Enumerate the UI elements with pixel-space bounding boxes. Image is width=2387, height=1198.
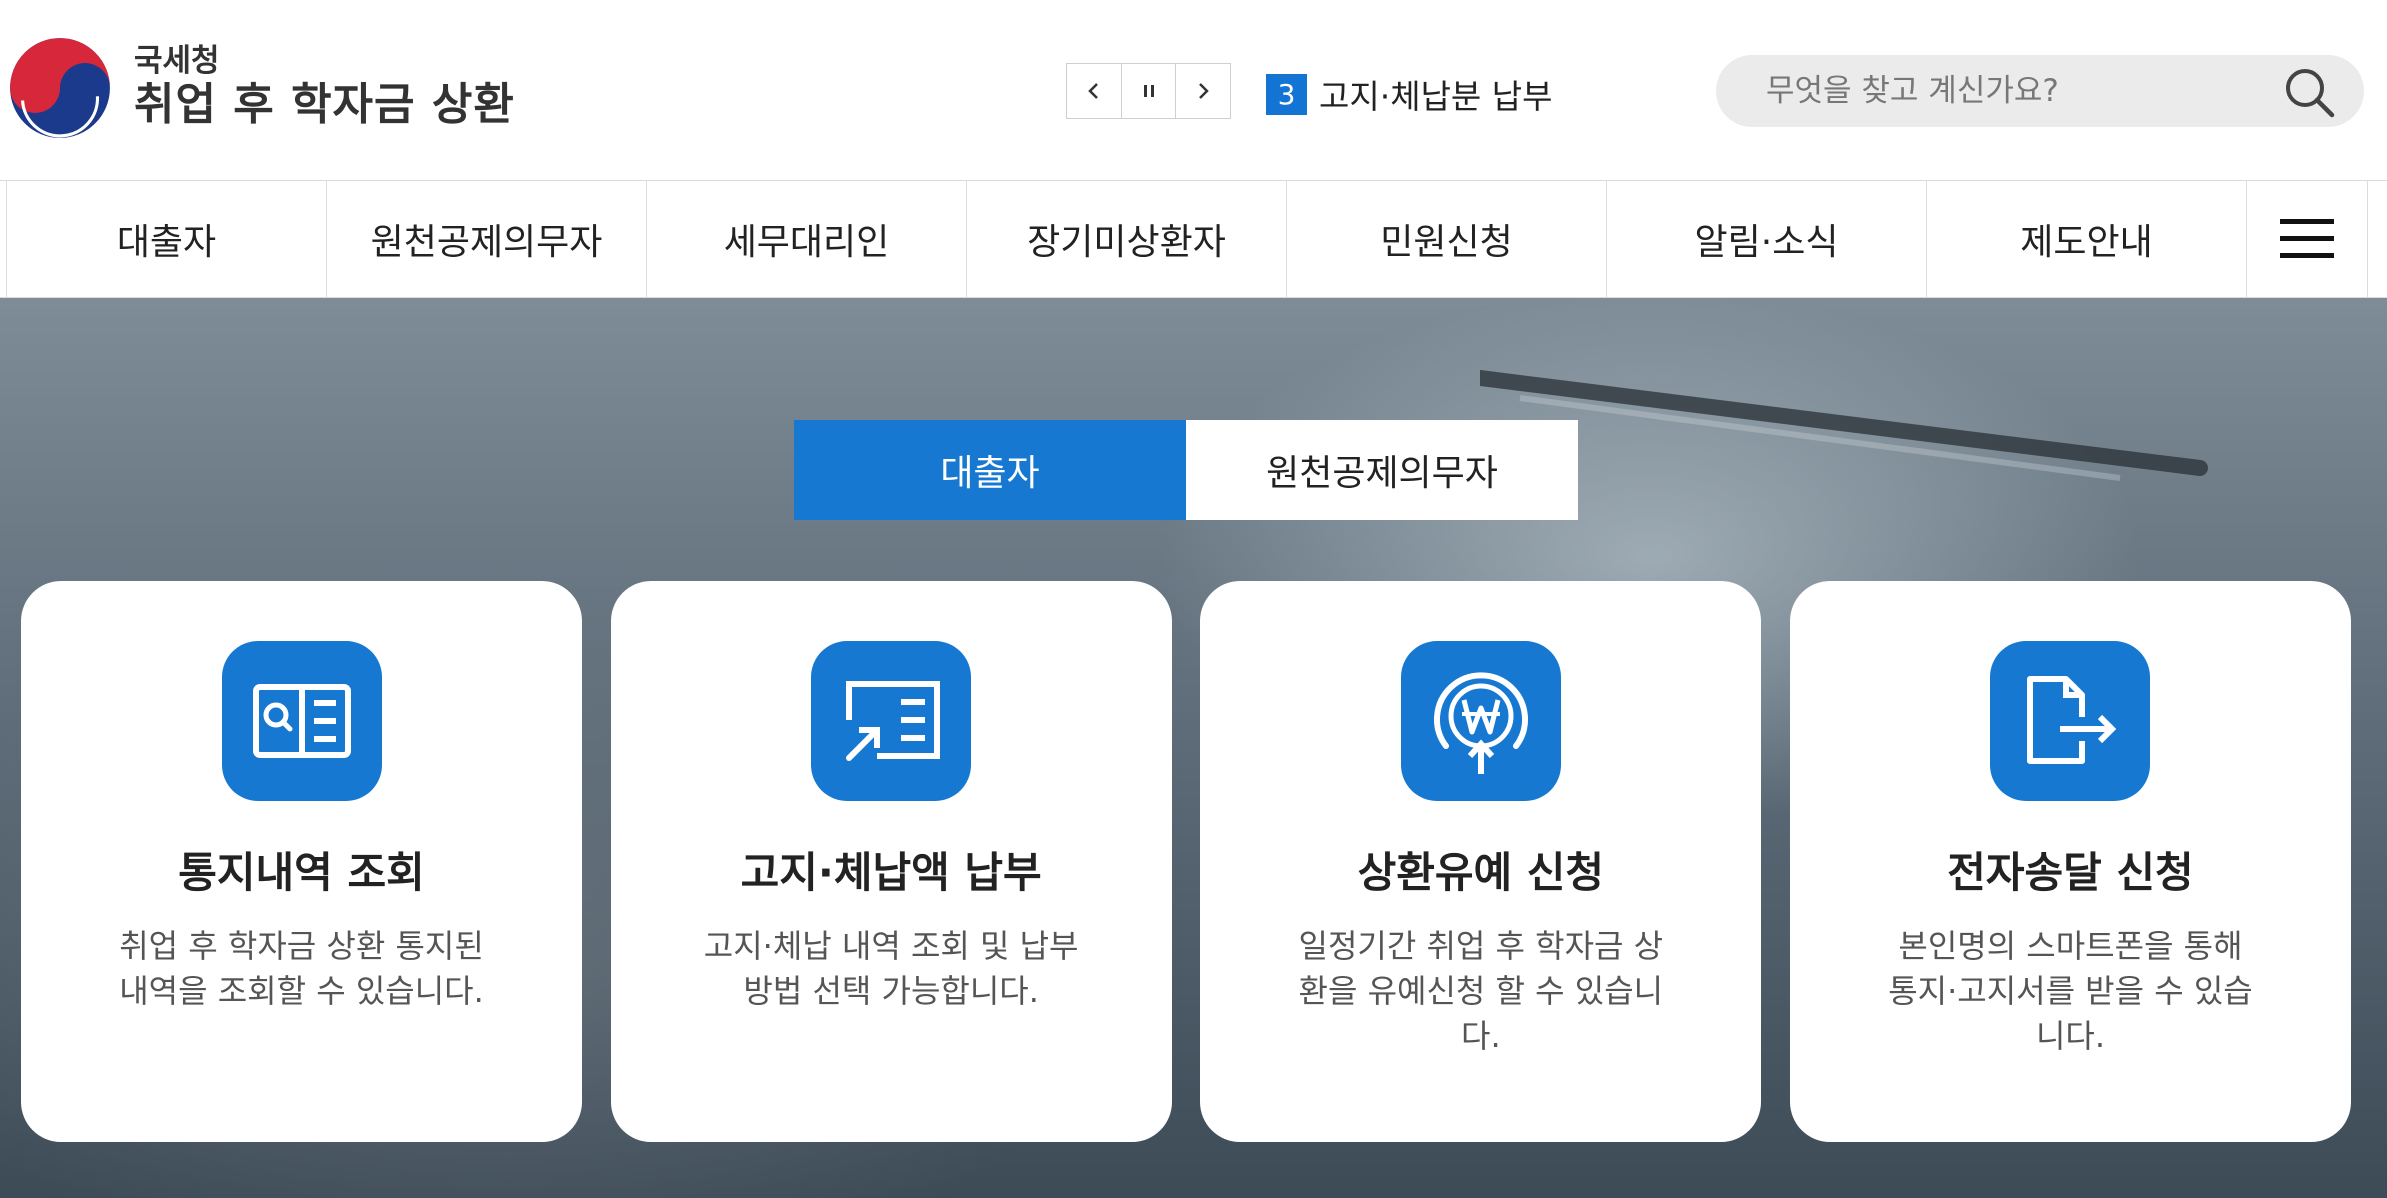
next-news-button[interactable]: [1176, 64, 1230, 118]
pause-news-button[interactable]: [1122, 64, 1177, 118]
service-cards: 통지내역 조회 취업 후 학자금 상환 통지된 내역을 조회할 수 있습니다. …: [21, 581, 2351, 1142]
search-input[interactable]: [1766, 73, 2266, 109]
rolling-news-item[interactable]: 3 고지·체납분 납부: [1266, 70, 1553, 118]
main-navigation: 대출자 원천공제의무자 세무대리인 장기미상환자 민원신청 알림·소식 제도안내: [0, 180, 2387, 298]
user-type-toggle: 대출자 원천공제의무자: [794, 420, 1578, 520]
search-icon[interactable]: [2282, 65, 2336, 119]
chevron-left-icon: [1088, 83, 1098, 99]
nav-item-tax-agent[interactable]: 세무대리인: [646, 181, 966, 297]
nav-item-withholding-agent[interactable]: 원천공제의무자: [326, 181, 646, 297]
tab-borrower[interactable]: 대출자: [794, 420, 1186, 520]
news-text: 고지·체납분 납부: [1319, 77, 1553, 116]
nav-item-civil-request[interactable]: 민원신청: [1286, 181, 1606, 297]
all-menu-button[interactable]: [2246, 181, 2368, 297]
card-description: 본인명의 스마트폰을 통해 통지·고지서를 받을 수 있습니다.: [1888, 927, 2253, 1055]
card-electronic-delivery[interactable]: 전자송달 신청 본인명의 스마트폰을 통해 통지·고지서를 받을 수 있습니다.: [1789, 581, 2351, 1142]
nav-item-news[interactable]: 알림·소식: [1606, 181, 1926, 297]
logo-text: 국세청 취업 후 학자금 상환: [134, 44, 515, 132]
nav-item-system-guide[interactable]: 제도안내: [1926, 181, 2246, 297]
document-arrow-icon: [811, 641, 972, 801]
card-description: 고지·체납 내역 조회 및 납부방법 선택 가능합니다.: [703, 927, 1079, 1010]
card-title: 상환유예 신청: [1357, 848, 1605, 897]
hero-section: 대출자 원천공제의무자 통지내역 조회 취업 후 학자금 상환 통지된 내역을 …: [0, 298, 2387, 1198]
card-title: 전자송달 신청: [1947, 848, 2194, 897]
nav-item-borrower[interactable]: 대출자: [6, 181, 326, 297]
site-logo[interactable]: 국세청 취업 후 학자금 상환: [8, 36, 515, 140]
search-bar: [1716, 55, 2364, 127]
site-title: 취업 후 학자금 상환: [134, 79, 515, 130]
document-search-icon: [221, 641, 382, 801]
pause-icon: [1143, 85, 1154, 97]
card-deferral-request[interactable]: 상환유예 신청 일정기간 취업 후 학자금 상환을 유예신청 할 수 있습니다.: [1200, 581, 1762, 1142]
site-header: 국세청 취업 후 학자금 상환 3 고지·체납분 납부: [0, 0, 2387, 180]
won-deferral-icon: [1400, 641, 1561, 801]
hamburger-menu-icon: [2280, 219, 2334, 258]
nts-emblem-icon: [10, 38, 110, 138]
tab-withholding-agent[interactable]: 원천공제의무자: [1186, 420, 1578, 520]
card-notice-inquiry[interactable]: 통지내역 조회 취업 후 학자금 상환 통지된 내역을 조회할 수 있습니다.: [21, 581, 582, 1142]
card-title: 고지·체납액 납부: [740, 848, 1042, 897]
chevron-right-icon: [1199, 83, 1209, 99]
nav-item-long-term-unpaid[interactable]: 장기미상환자: [966, 181, 1286, 297]
card-title: 통지내역 조회: [178, 848, 425, 897]
news-rolling-controls: [1066, 63, 1231, 119]
card-description: 일정기간 취업 후 학자금 상환을 유예신청 할 수 있습니다.: [1298, 927, 1664, 1055]
agency-name: 국세청: [134, 43, 220, 79]
card-description: 취업 후 학자금 상환 통지된 내역을 조회할 수 있습니다.: [119, 927, 484, 1010]
background-pencil-image: [1480, 370, 2208, 481]
prev-news-button[interactable]: [1067, 64, 1122, 118]
news-number-badge: 3: [1266, 73, 1307, 115]
file-send-icon: [1990, 641, 2151, 801]
card-payment[interactable]: 고지·체납액 납부 고지·체납 내역 조회 및 납부방법 선택 가능합니다.: [610, 581, 1172, 1142]
